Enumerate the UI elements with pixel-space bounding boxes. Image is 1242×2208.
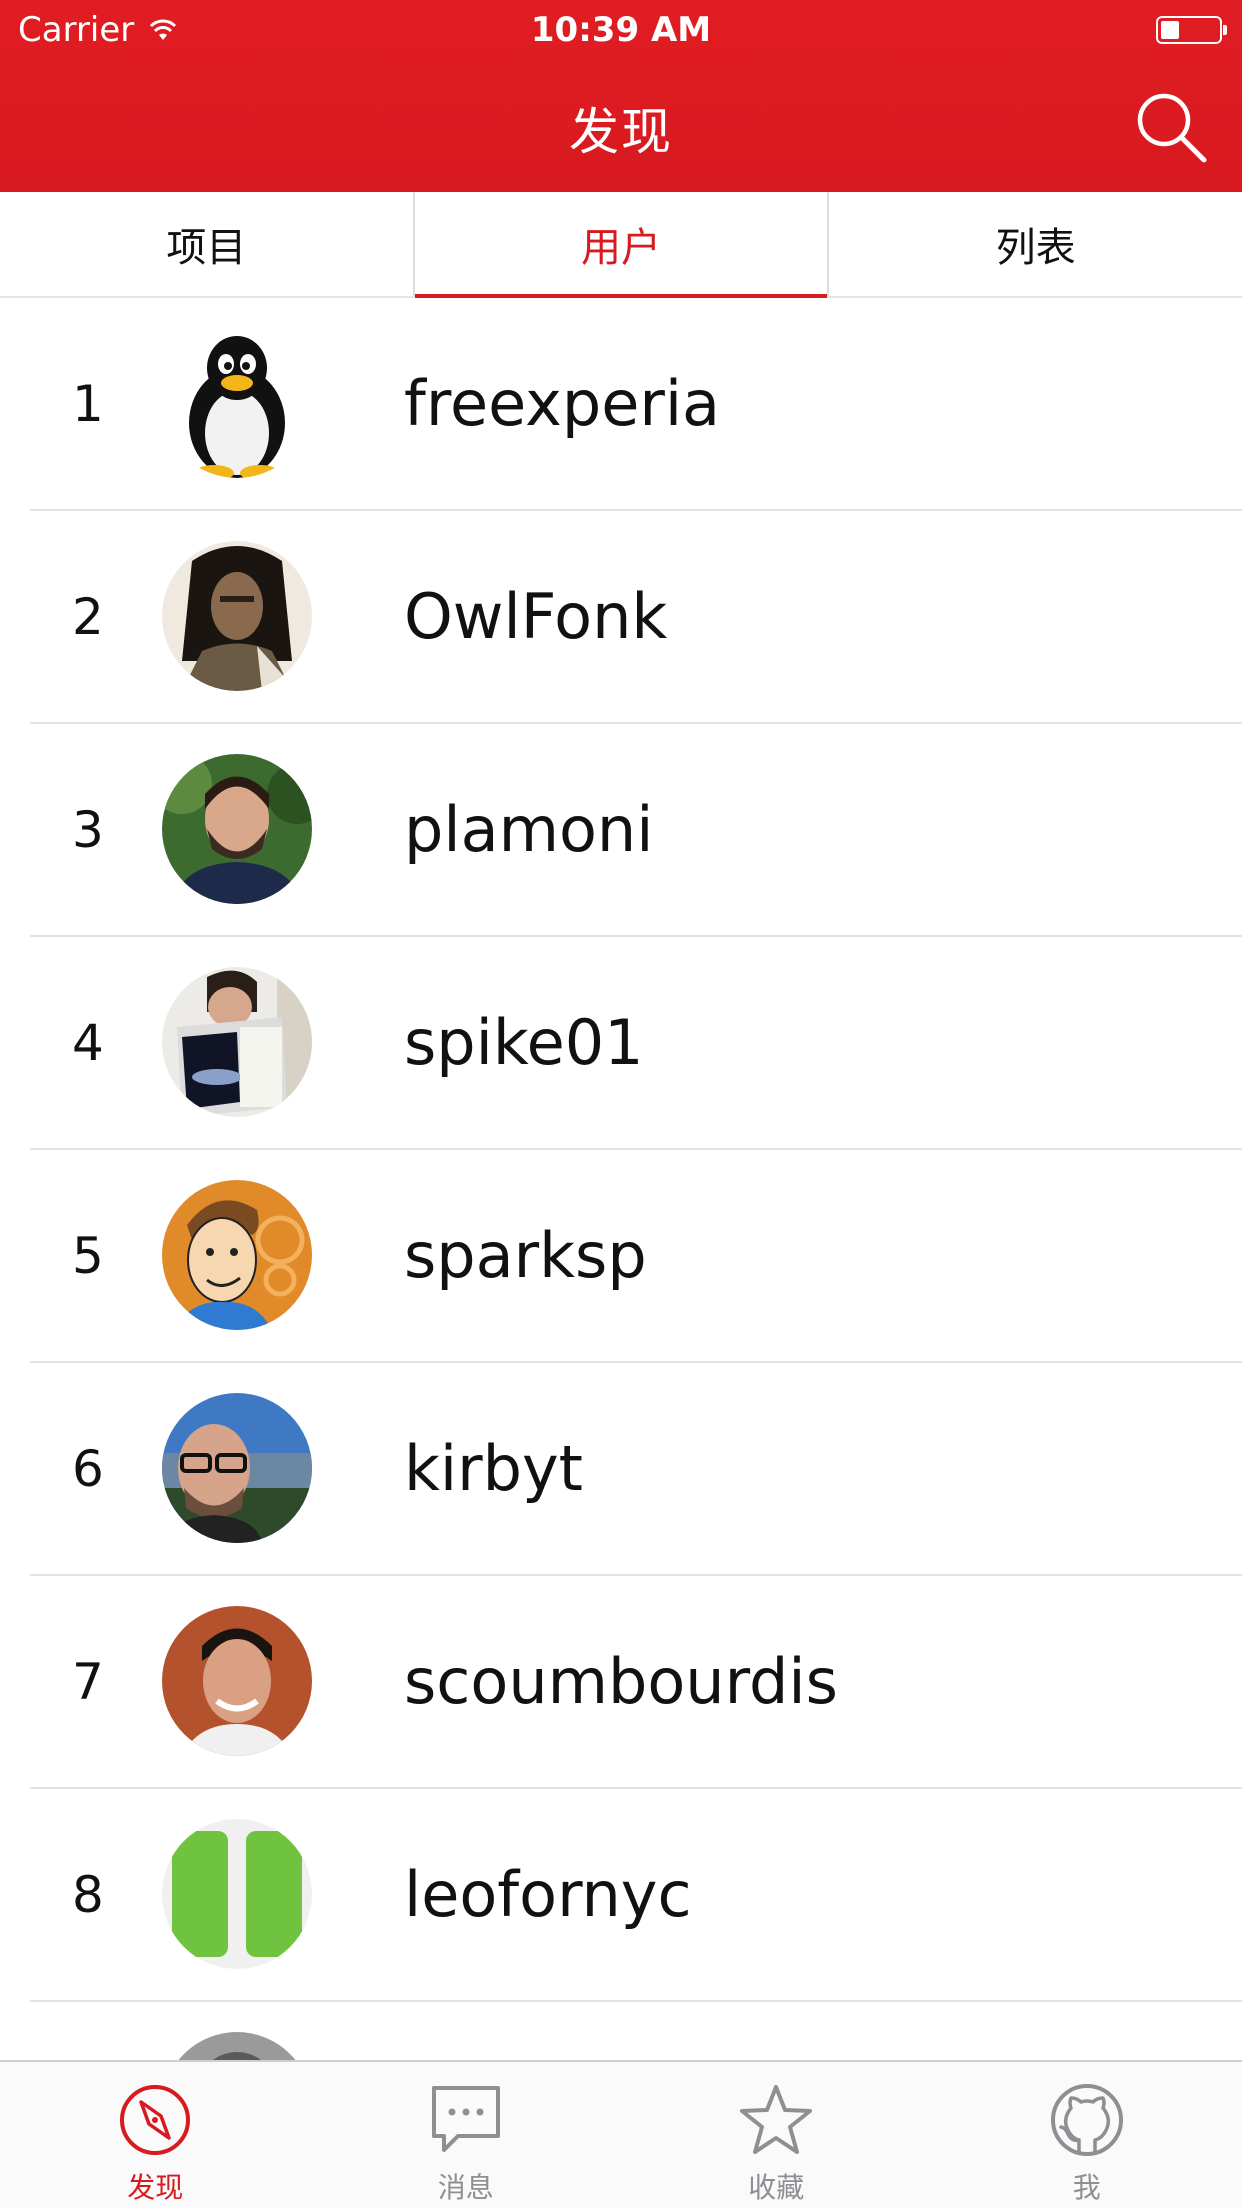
user-row-8[interactable]: 8 leofornyc [0,1789,1242,2002]
avatar-partial [162,2032,312,2060]
status-bar: Carrier 10:39 AM [0,0,1242,62]
tabbar-label: 收藏 [748,2171,805,2204]
rank-number: 2 [72,587,104,646]
page-title: 发现 [569,103,673,161]
bottom-tab-bar: 发现 消息 收藏 我 [0,2060,1242,2208]
username: sparksp [404,1219,647,1292]
tabbar-label: 消息 [437,2171,494,2204]
user-row-1[interactable]: 1 freexperia [0,298,1242,511]
user-row-4[interactable]: 4 spike01 [0,937,1242,1150]
user-row-9[interactable] [0,2002,1242,2060]
user-row-5[interactable]: 5 sparksp [0,1150,1242,1363]
username: scoumbourdis [404,1645,838,1718]
battery-icon [1156,16,1227,44]
tabbar-me[interactable]: 我 [932,2062,1242,2208]
user-row-2[interactable]: 2 OwlFonk [0,511,1242,724]
user-row-6[interactable]: 6 kirbyt [0,1363,1242,1576]
search-icon[interactable] [1134,90,1208,164]
nav-header: Carrier 10:39 AM 发现 [0,0,1242,192]
rank-number: 1 [72,374,104,433]
rank-number: 7 [72,1652,104,1711]
segment-tabs: 项目 用户 列表 [0,192,1242,298]
tabbar-favorites[interactable]: 收藏 [621,2062,932,2208]
avatar-green-identicon [162,1819,312,1969]
avatar-warrior [162,541,312,691]
compass-icon [120,2085,191,2155]
username: OwlFonk [404,580,668,653]
tab-users[interactable]: 用户 [412,192,828,298]
rank-number: 8 [72,1865,104,1924]
tabbar-label: 发现 [127,2171,184,2204]
avatar-reading-book [162,967,312,1117]
user-row-3[interactable]: 3 plamoni [0,724,1242,937]
rank-number: 4 [72,1013,104,1072]
message-icon [431,2086,500,2152]
tabbar-label: 我 [1072,2171,1101,2204]
username: plamoni [404,793,654,866]
tab-projects[interactable]: 项目 [0,192,413,296]
avatar-cartoon [162,1180,312,1330]
github-icon [1050,2084,1123,2156]
tab-lists[interactable]: 列表 [827,192,1242,296]
username: kirbyt [404,1432,583,1505]
rank-number: 6 [72,1439,104,1498]
username: spike01 [404,1006,644,1079]
username: freexperia [404,367,721,440]
screen: Carrier 10:39 AM 发现 项目 用户 列表 1 freexperi… [0,0,1242,2208]
avatar-man-smile [162,1606,312,1756]
avatar-man-beard [162,754,312,904]
rank-number: 3 [72,800,104,859]
rank-number [72,2002,132,2060]
status-time: 10:39 AM [530,10,712,50]
user-row-7[interactable]: 7 scoumbourdis [0,1576,1242,1789]
avatar-penguin [162,328,312,478]
avatar-man-glasses [162,1393,312,1543]
username: leofornyc [404,1858,692,1931]
tabbar-messages[interactable]: 消息 [311,2062,622,2208]
rank-number: 5 [72,1226,104,1285]
star-icon [740,2085,813,2154]
tabbar-discover[interactable]: 发现 [0,2062,311,2208]
user-list: 1 freexperia 2 OwlFonk 3 plamoni 4 spike… [0,298,1242,2060]
